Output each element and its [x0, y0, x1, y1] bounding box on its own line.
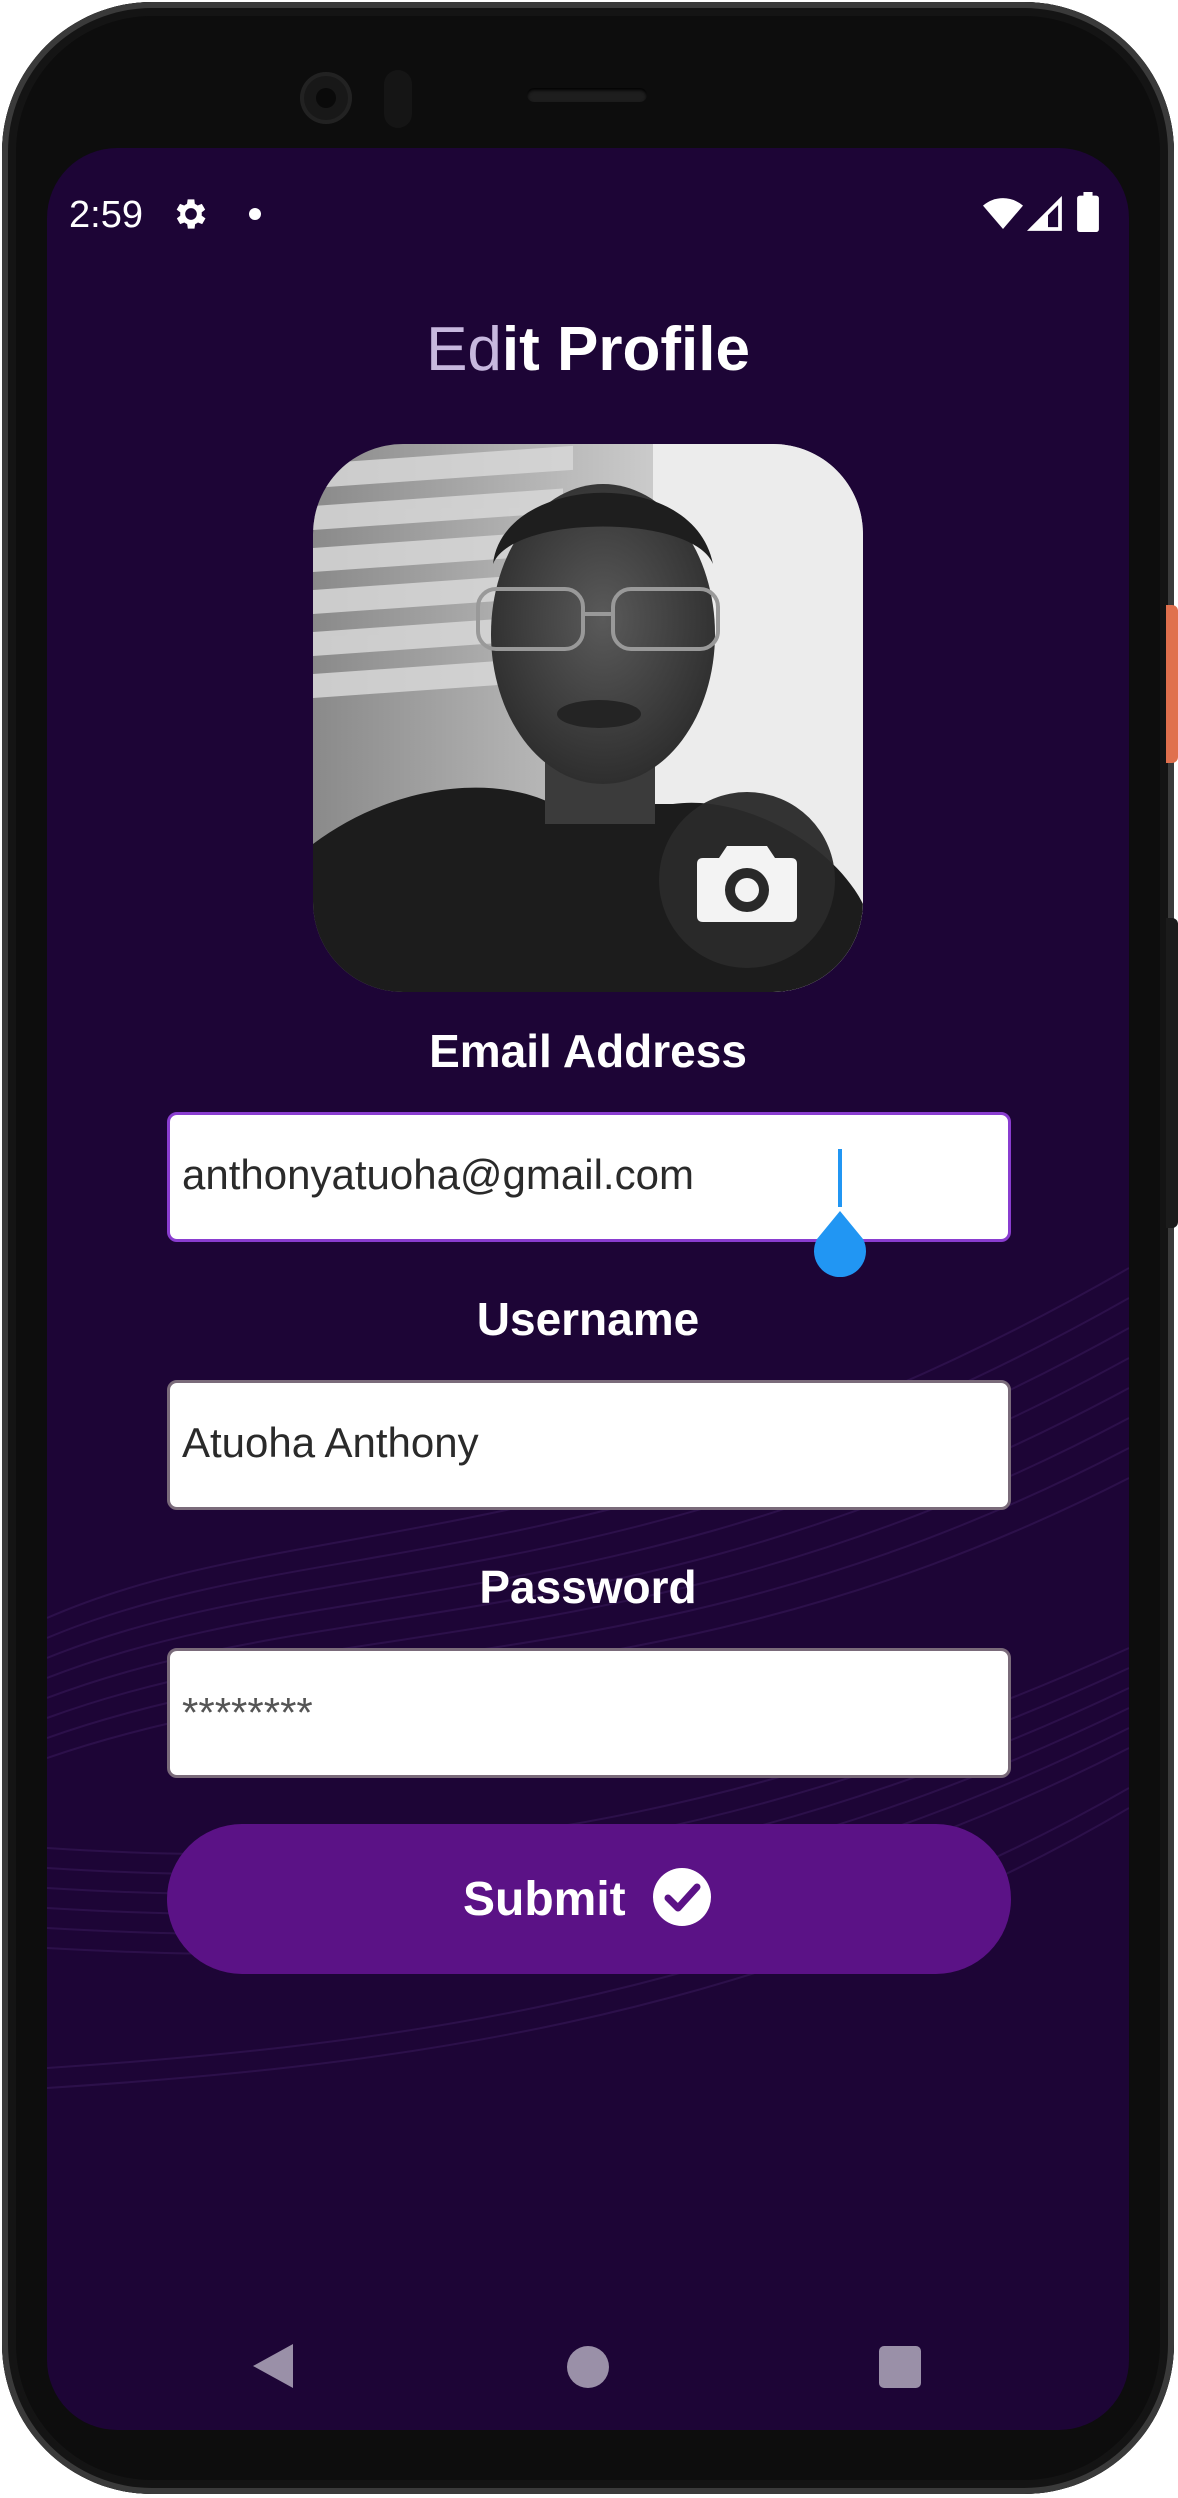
change-photo-button[interactable]	[659, 792, 835, 968]
password-field[interactable]: ********	[167, 1648, 1011, 1778]
username-field[interactable]: Atuoha Anthony	[167, 1380, 1011, 1510]
text-cursor	[838, 1149, 842, 1207]
page-title-light: Ed	[426, 315, 502, 384]
phone-frame: 2:59 Edit Profile Email Address anthonya…	[2, 2, 1174, 2494]
status-time: 2:59	[69, 194, 143, 236]
signal-icon	[1027, 196, 1062, 231]
battery-icon	[1077, 192, 1099, 232]
email-field[interactable]: anthonyatuoha@gmail.com	[167, 1112, 1011, 1277]
settings-icon	[176, 199, 206, 229]
page-title: Edit Profile	[47, 314, 1129, 385]
home-icon[interactable]	[567, 2346, 609, 2388]
recents-icon[interactable]	[879, 2346, 921, 2388]
username-value: Atuoha Anthony	[182, 1419, 479, 1466]
camera-icon	[697, 846, 797, 922]
earpiece-speaker	[527, 88, 647, 102]
power-button	[1166, 605, 1178, 763]
cursor-handle-icon[interactable]	[811, 1211, 869, 1277]
front-camera	[300, 72, 352, 124]
page-title-bold: it Profile	[501, 315, 750, 384]
email-label: Email Address	[429, 1025, 747, 1077]
volume-button	[1166, 918, 1178, 1228]
password-label: Password	[479, 1561, 697, 1613]
wifi-icon	[983, 198, 1023, 229]
username-label: Username	[476, 1293, 700, 1345]
submit-label: Submit	[463, 1873, 626, 1926]
email-value: anthonyatuoha@gmail.com	[182, 1151, 694, 1198]
submit-button[interactable]: Submit	[167, 1824, 1011, 1974]
check-circle-icon	[653, 1868, 711, 1926]
notification-dot	[249, 208, 261, 220]
back-icon[interactable]	[253, 2344, 293, 2388]
proximity-sensor	[384, 70, 412, 128]
password-placeholder: ********	[182, 1689, 313, 1736]
app-screen: 2:59 Edit Profile Email Address anthonya…	[47, 148, 1129, 2430]
